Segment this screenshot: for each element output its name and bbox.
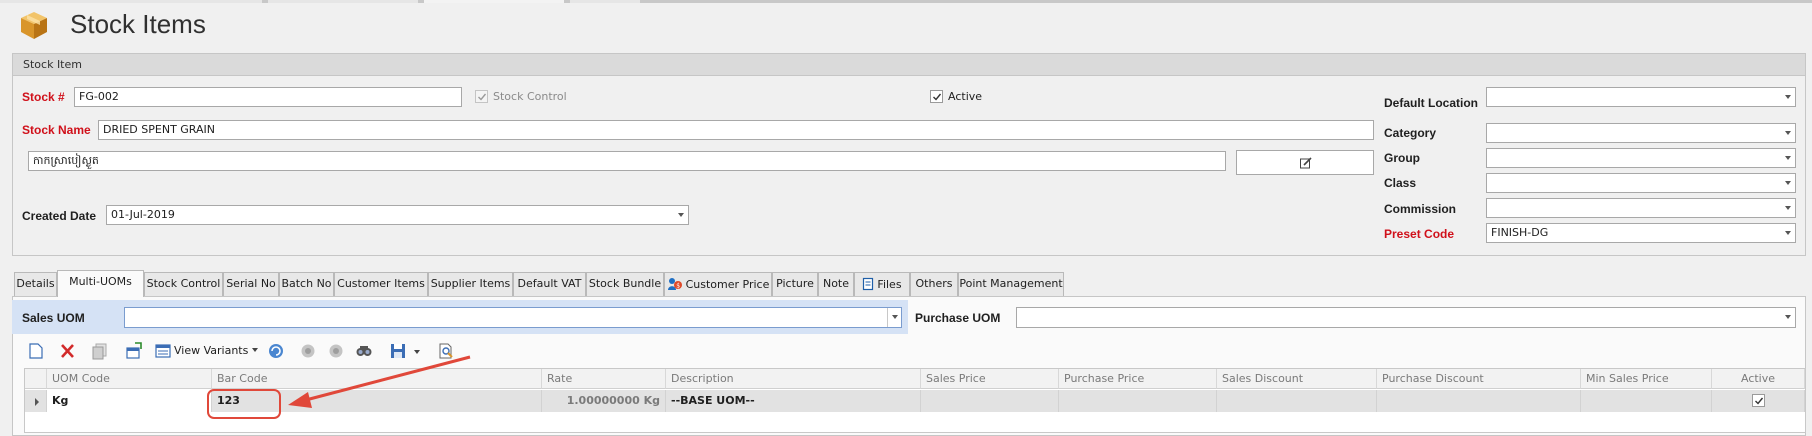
annotation-arrow [288, 355, 471, 408]
